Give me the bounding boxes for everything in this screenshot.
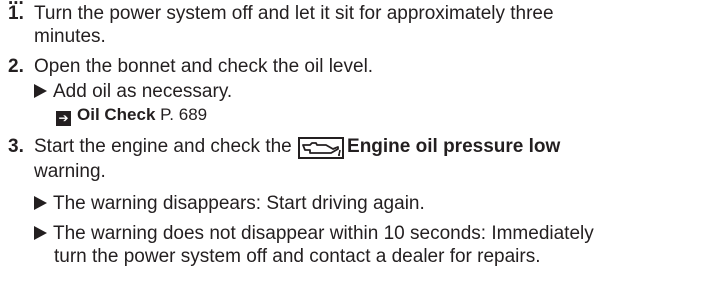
bullet-text: The warning disappears: Start driving ag… bbox=[53, 193, 425, 214]
step-text: Turn the power system off and let it sit… bbox=[34, 3, 554, 24]
step-1: 1. Turn the power system off and let it s… bbox=[8, 2, 554, 25]
step-text: Open the bonnet and check the oil level. bbox=[34, 56, 374, 77]
step-2: 2. Open the bonnet and check the oil leve… bbox=[8, 55, 373, 78]
reference-page: P. 689 bbox=[160, 105, 208, 124]
step-2-bullet: Add oil as necessary. bbox=[34, 80, 232, 103]
oil-pressure-warning-icon bbox=[298, 137, 345, 159]
reference-title: Oil Check bbox=[77, 105, 156, 124]
step-3-bullet-1: The warning disappears: Start driving ag… bbox=[34, 192, 425, 215]
bullet-text: The warning does not disappear within 10… bbox=[53, 223, 594, 244]
oil-check-reference[interactable]: ➔ Oil Check P. 689 bbox=[56, 104, 207, 126]
step-1-continuation: minutes. bbox=[34, 26, 106, 47]
step-number: 2. bbox=[8, 56, 24, 77]
step-text: Start the engine and check the bbox=[34, 136, 292, 157]
step-number: 3. bbox=[8, 136, 24, 157]
bullet-text: Add oil as necessary. bbox=[53, 81, 233, 102]
triangle-bullet-icon bbox=[34, 84, 47, 98]
warning-name: Engine oil pressure low bbox=[347, 136, 561, 157]
step-number: 1. bbox=[8, 3, 24, 24]
triangle-bullet-icon bbox=[34, 226, 47, 240]
step-3-bullet-2: The warning does not disappear within 10… bbox=[34, 222, 594, 245]
triangle-bullet-icon bbox=[34, 196, 47, 210]
step-3-bullet-2-continuation: turn the power system off and contact a … bbox=[54, 246, 541, 267]
step-3-continuation: warning. bbox=[34, 161, 106, 182]
reference-arrow-icon: ➔ bbox=[56, 111, 71, 126]
step-3: 3. Start the engine and check the Engine … bbox=[8, 135, 560, 159]
